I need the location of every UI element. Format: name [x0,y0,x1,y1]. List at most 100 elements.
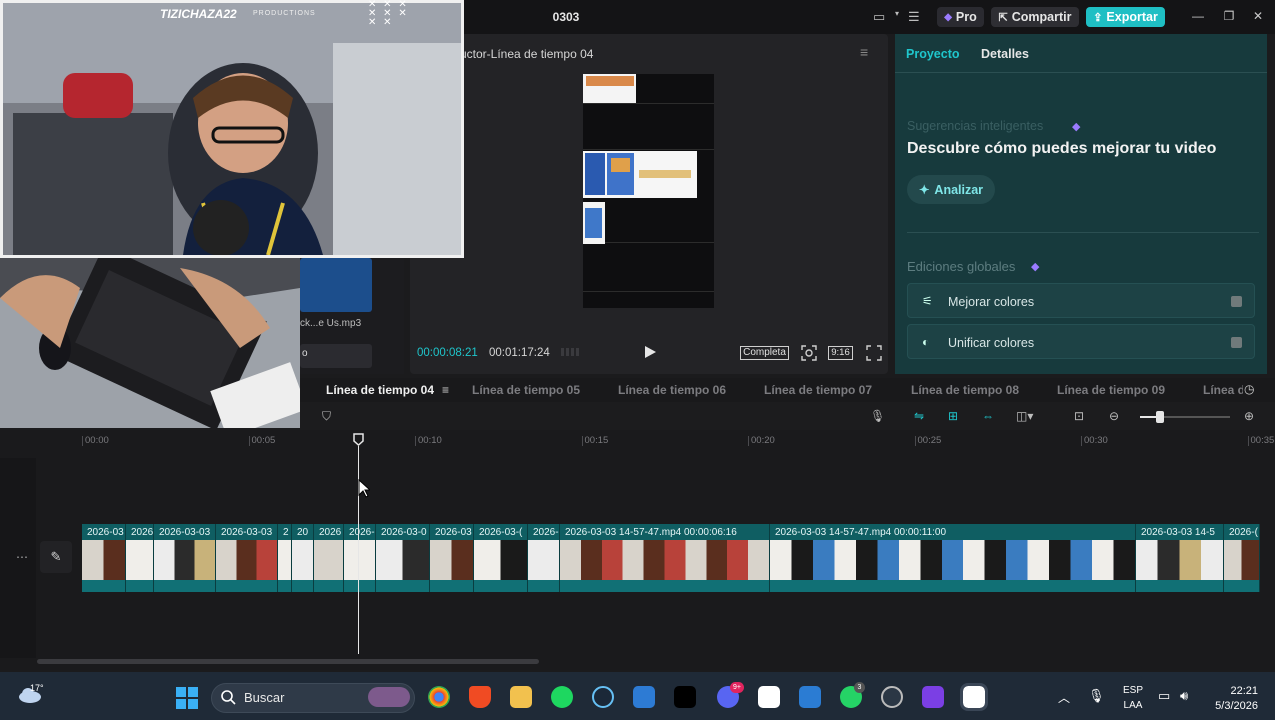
screenshot-icon[interactable] [800,344,818,362]
play-button[interactable] [643,345,657,359]
clip-waveform [278,580,291,592]
edit-track-icon[interactable]: ✎ [40,541,72,573]
capcut-active-icon[interactable] [960,683,988,711]
clip-waveform [126,580,153,592]
minimize-icon[interactable]: — [1190,9,1206,23]
steam-icon[interactable] [592,686,614,708]
timeline-clip[interactable]: 2026-( [1224,524,1260,592]
brave-icon[interactable] [469,686,491,708]
timeline-clip[interactable]: 2026-03-03 14-57-47.mp4 00:00:06:16 [560,524,770,592]
obs-icon[interactable] [881,686,903,708]
time-ruler[interactable]: 00:00 00:05 00:10 00:15 00:20 00:25 00:30 00:35 [0,430,1275,450]
clock-time[interactable]: 22:21 [1212,685,1258,697]
timeline-clip[interactable]: 2026-03-03 [216,524,278,592]
restore-icon[interactable]: ❐ [1221,9,1237,23]
preview-axis-icon[interactable]: ◫▾ [1016,409,1033,423]
aspect-ratio-button[interactable]: 9:16 [828,346,853,360]
tiktok-icon[interactable] [674,686,696,708]
playhead[interactable] [358,446,359,654]
store-icon[interactable] [633,686,655,708]
clip-label: 2026-03-( [479,527,523,538]
volume-icon[interactable]: 🔊︎ [1180,688,1188,704]
timeline-clip[interactable]: 2026-03 [430,524,474,592]
tab-proyecto[interactable]: Proyecto [906,47,962,61]
global-edits-label: Ediciones globales [907,259,1016,274]
close-icon[interactable]: ✕ [1250,9,1266,23]
snap-icon[interactable]: ⇔ [982,409,994,423]
timeline-clip[interactable]: 2026-03-0 [376,524,430,592]
timeline-clip[interactable]: 2026-03 [82,524,126,592]
magnet-icon[interactable]: ⊞ [948,409,958,423]
share-button[interactable]: ⇱ Compartir [991,7,1079,27]
timeline-clip[interactable]: 2026-( [528,524,560,592]
timeline-clip[interactable]: 20 [292,524,314,592]
option-toggle[interactable] [1231,296,1242,307]
tab-timeline-04[interactable]: Línea de tiempo 04 [326,383,434,397]
option-toggle[interactable] [1231,337,1242,348]
menu-icon[interactable]: ≡ [860,44,874,60]
quality-button[interactable]: Completa [740,346,789,360]
clip-label: 2026-03-0 [381,527,427,538]
layout-icon[interactable]: ▭ [873,9,891,25]
clock-icon[interactable]: ◷ [1244,382,1258,396]
tray-chevron-icon[interactable]: ︿ [1058,689,1072,706]
fit-timeline-icon[interactable]: ⊡ [1074,409,1084,423]
more-icon[interactable]: ⋯ [16,550,28,564]
zoom-slider-handle[interactable] [1156,411,1164,423]
tab-timeline-09[interactable]: Línea de tiempo 09 [1057,383,1165,397]
pro-button[interactable]: ◆ Pro [937,7,984,27]
link-clips-icon[interactable]: ⇋ [914,409,924,423]
microphone-icon[interactable]: 🎙︎ [870,409,885,423]
timeline-clip[interactable]: 2 [278,524,292,592]
timeline-clip[interactable]: 2026 [126,524,154,592]
capcut-icon[interactable] [758,686,780,708]
windows-start-icon[interactable] [175,686,199,710]
tab-timeline-08[interactable]: Línea de tiempo 08 [911,383,1019,397]
clip-label: 2026-03-03 14-5 [1141,527,1215,538]
tab-timeline-more[interactable]: Línea d [1203,383,1243,397]
clip-waveform [1136,580,1223,592]
video-track[interactable]: 2026-03 2026 2026-03-03 2026-03-03 2 20 2026 20… [82,524,1260,592]
app-grid-icon[interactable] [922,686,944,708]
word-icon[interactable] [799,686,821,708]
audio-thumbnail[interactable] [300,258,372,312]
tab-timeline-05[interactable]: Línea de tiempo 05 [472,383,580,397]
timeline-clip[interactable]: 2026- [344,524,376,592]
webcam-marks: ✕ ✕ ✕ ✕ ✕ ✕ ✕ ✕ [368,0,409,28]
tab-timeline-06[interactable]: Línea de tiempo 06 [618,383,726,397]
keyboard-layout[interactable]: LAA [1122,700,1144,711]
playhead-handle[interactable] [353,433,364,447]
tab-detalles[interactable]: Detalles [981,47,1037,61]
network-icon[interactable]: ▭ [1158,688,1170,704]
layout-dropdown-icon[interactable]: ▾ [895,9,903,18]
language-code[interactable]: ESP [1122,685,1144,696]
spotify-icon[interactable] [551,686,573,708]
waveform-icon[interactable] [560,345,582,359]
tab-timeline-07[interactable]: Línea de tiempo 07 [764,383,872,397]
video-preview[interactable] [583,74,714,308]
zoom-in-icon[interactable]: ⊕ [1244,409,1254,423]
timeline-clip[interactable]: 2026-03-( [474,524,528,592]
ruler-label: 00:25 [917,435,942,446]
zoom-out-icon[interactable]: ⊖ [1109,409,1119,423]
file-explorer-icon[interactable] [510,686,532,708]
clock-date[interactable]: 5/3/2026 [1200,700,1258,712]
timeline-clip[interactable]: 2026 [314,524,344,592]
clip-thumbnails [1224,540,1259,580]
option-unificar-colores[interactable]: ◐ Unificar colores [907,324,1255,359]
shortcuts-icon[interactable]: ☰ [908,9,926,25]
horizontal-scrollbar[interactable] [37,659,539,664]
panel-divider [907,232,1259,233]
export-button[interactable]: ⇪ Exportar [1086,7,1165,27]
analyze-button[interactable]: ✦ Analizar [907,175,995,204]
mic-tray-icon[interactable]: 🎙︎ [1088,688,1105,704]
clip-label: 2026 [131,527,154,538]
option-mejorar-colores[interactable]: ⚟ Mejorar colores [907,283,1255,318]
tab-menu-icon[interactable]: ≡ [442,383,454,397]
timeline-clip[interactable]: 2026-03-03 14-57-47.mp4 00:00:11:00 [770,524,1136,592]
chrome-icon[interactable] [428,686,450,708]
timeline-clip[interactable]: 2026-03-03 14-5 [1136,524,1224,592]
fullscreen-icon[interactable] [866,345,882,361]
timeline-clip[interactable]: 2026-03-03 [154,524,216,592]
marker-icon[interactable]: ⛉ [322,409,331,424]
